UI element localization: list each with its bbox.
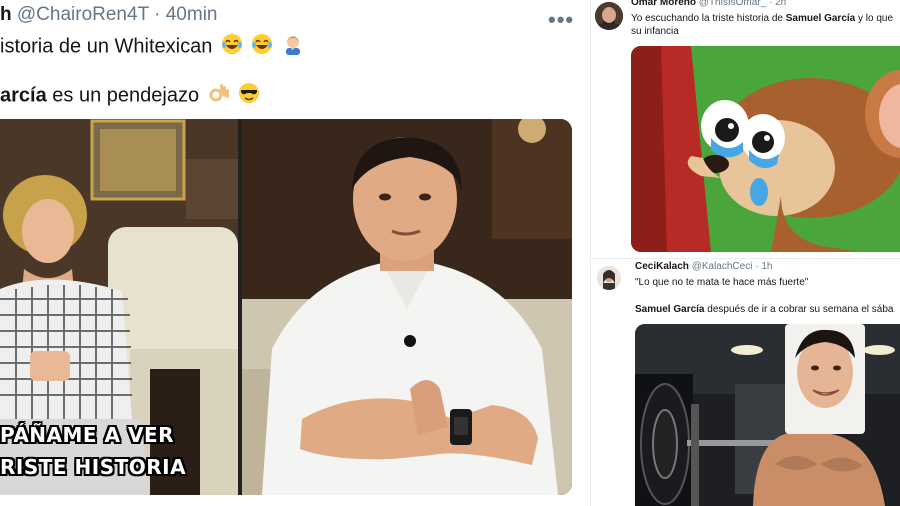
tweet-text-line-2: arcía es un pendejazo — [0, 82, 260, 110]
tweet-media-gym[interactable] — [635, 324, 900, 506]
meme-caption-line-2: RISTE HISTORIA — [0, 455, 187, 479]
tweet-text-part: y lo que — [855, 13, 894, 24]
mention-bold: Samuel García — [635, 304, 705, 315]
author-name[interactable]: h — [0, 4, 12, 25]
tweet-timestamp[interactable]: 2h — [775, 0, 786, 8]
author-handle[interactable]: @KalachCeci — [692, 261, 753, 272]
meme-image-left[interactable]: PÁÑAME A VER RISTE HISTORIA — [0, 119, 238, 495]
author-handle[interactable]: @ChairoRen4T — [17, 4, 149, 25]
author-handle[interactable]: @ThisIsOmar_ — [699, 0, 766, 8]
meme-caption-line-1: PÁÑAME A VER — [0, 423, 175, 447]
tweet-media-jerry[interactable] — [631, 46, 900, 252]
tweet-header: h @ChairoRen4T · 40min — [0, 4, 217, 30]
tweet-quote: "Lo que no te mata te hace más fuerte" — [635, 277, 809, 288]
ok-hand-emoji — [208, 82, 230, 110]
tweet-text-part: después de ir a cobrar su semana el sába — [704, 304, 894, 315]
separator-dot: · — [768, 0, 773, 8]
author-name[interactable]: Omar Moreno — [631, 0, 696, 8]
tweet-text-line-1: istoria de un Whitexican — [0, 33, 304, 61]
tweet-header: Omar Moreno @ThisIsOmar_ · 2h — [631, 0, 786, 8]
separator-dot: · — [154, 4, 161, 25]
tweet-timestamp[interactable]: 40min — [166, 4, 218, 25]
embedded-tweets-column: Omar Moreno @ThisIsOmar_ · 2h Yo escucha… — [590, 0, 900, 506]
avatar[interactable] — [597, 266, 621, 290]
sunglasses-emoji — [238, 82, 260, 110]
main-tweet[interactable]: h @ChairoRen4T · 40min ••• istoria de un… — [0, 0, 590, 506]
separator-dot: · — [755, 261, 759, 272]
more-dots-icon[interactable]: ••• — [548, 7, 574, 33]
tweet-media[interactable]: PÁÑAME A VER RISTE HISTORIA — [0, 119, 572, 495]
embedded-tweet-2[interactable]: CeciKalach @KalachCeci · 1h "Lo que no t… — [591, 258, 900, 506]
tweet-text-part: Yo escuchando la triste historia de — [631, 13, 786, 24]
tears-of-joy-emoji — [221, 33, 243, 61]
man-facepalming-emoji — [282, 33, 304, 61]
tweet-text-line-2: su infancia — [631, 26, 679, 37]
avatar[interactable] — [595, 2, 623, 30]
tweet-text: Samuel García después de ir a cobrar su … — [635, 303, 893, 316]
tears-of-joy-emoji — [251, 33, 273, 61]
tweet-text: Yo escuchando la triste historia de Samu… — [631, 12, 893, 25]
tweet-text: istoria de un Whitexican — [0, 35, 213, 58]
author-name[interactable]: CeciKalach — [635, 261, 689, 272]
tweet-text: es un pendejazo — [46, 84, 200, 107]
mention-bold: arcía — [0, 84, 47, 107]
tweet-header: CeciKalach @KalachCeci · 1h — [635, 261, 772, 272]
embedded-tweet-1[interactable]: Omar Moreno @ThisIsOmar_ · 2h Yo escucha… — [591, 0, 900, 258]
mention-bold: Samuel García — [785, 13, 856, 24]
meme-image-right[interactable] — [242, 119, 572, 495]
tweet-timestamp[interactable]: 1h — [761, 261, 772, 272]
